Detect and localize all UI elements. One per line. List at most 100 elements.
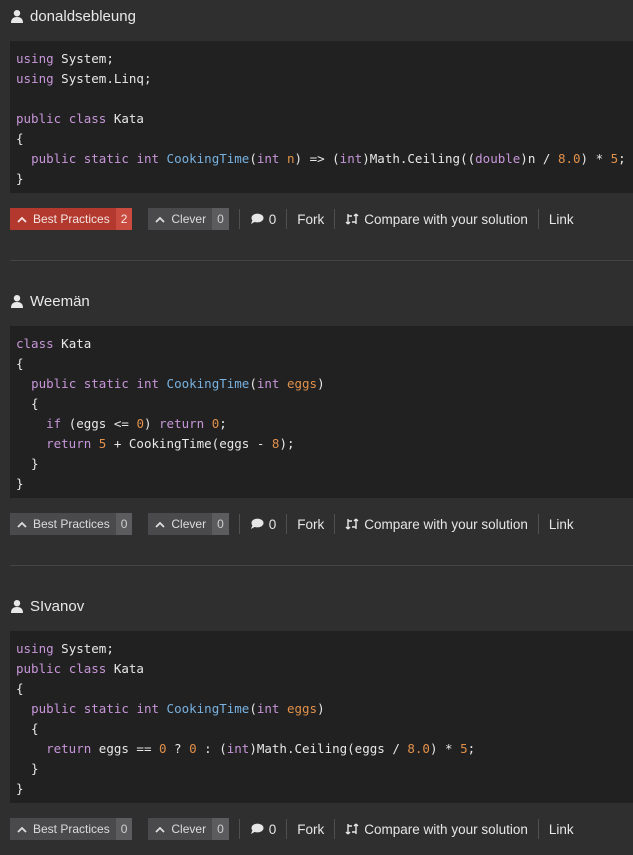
comments-button[interactable]: 0 — [250, 516, 277, 532]
code-token: } — [16, 456, 39, 471]
code-token: { — [16, 356, 24, 371]
fork-link[interactable]: Fork — [297, 822, 324, 837]
code-token: } — [16, 761, 39, 776]
code-token: System; — [53, 641, 114, 656]
code-token: { — [16, 396, 39, 411]
code-token: return — [46, 741, 92, 756]
code-token: public — [31, 151, 77, 166]
code-line: { — [16, 354, 633, 374]
clever-button[interactable]: Clever 0 — [148, 513, 229, 535]
code-token: ) * — [429, 741, 461, 756]
best-practices-count: 0 — [115, 818, 133, 840]
divider — [286, 819, 288, 839]
code-token: )Math.Ceiling(eggs / — [249, 741, 408, 756]
code-token: { — [16, 681, 24, 696]
code-token: 8.0 — [557, 151, 581, 166]
best-practices-button[interactable]: Best Practices 0 — [10, 513, 133, 535]
divider — [286, 514, 288, 534]
link-button[interactable]: Link — [549, 212, 574, 227]
code-line: public static int CookingTime(int n) => … — [16, 149, 633, 169]
code-token: static — [83, 151, 129, 166]
best-practices-button[interactable]: Best Practices 2 — [10, 208, 133, 230]
code-token: CookingTime — [166, 376, 250, 391]
code-token: int — [136, 376, 160, 391]
link-button[interactable]: Link — [549, 822, 574, 837]
code-token: } — [16, 781, 24, 796]
code-block: class Kata { public static int CookingTim… — [10, 326, 633, 498]
comment-icon — [250, 213, 264, 224]
code-token: int — [136, 151, 160, 166]
code-line: using System.Linq; — [16, 69, 633, 89]
code-token: int — [256, 376, 280, 391]
comments-count: 0 — [268, 516, 277, 532]
code-token: n — [286, 151, 295, 166]
code-token: ( — [249, 151, 257, 166]
comments-button[interactable]: 0 — [250, 821, 277, 837]
fork-link[interactable]: Fork — [297, 517, 324, 532]
user-icon — [11, 600, 23, 613]
divider — [334, 514, 336, 534]
link-button[interactable]: Link — [549, 517, 574, 532]
divider — [537, 819, 539, 839]
user-icon — [11, 10, 23, 23]
code-token: ? — [166, 741, 190, 756]
code-line: public class Kata — [16, 109, 633, 129]
section-divider — [10, 565, 633, 566]
chevron-up-icon — [17, 216, 27, 223]
code-token: class — [16, 336, 54, 351]
code-line: public static int CookingTime(int eggs) — [16, 699, 633, 719]
best-practices-button[interactable]: Best Practices 0 — [10, 818, 133, 840]
comments-count: 0 — [268, 211, 277, 227]
compare-icon — [345, 823, 359, 835]
code-token: Kata — [53, 336, 92, 351]
code-token: ) => ( — [294, 151, 340, 166]
clever-label: Clever — [171, 822, 207, 836]
author[interactable]: donaldsebleung — [10, 4, 136, 28]
code-line: } — [16, 759, 633, 779]
fork-link[interactable]: Fork — [297, 212, 324, 227]
code-token: eggs — [286, 701, 318, 716]
divider — [537, 514, 539, 534]
clever-button[interactable]: Clever 0 — [148, 818, 229, 840]
code-token: class — [68, 111, 107, 126]
code-line: return 5 + CookingTime(eggs - 8); — [16, 434, 633, 454]
author[interactable]: SIvanov — [10, 594, 84, 618]
compare-link[interactable]: Compare with your solution — [345, 517, 528, 532]
comments-button[interactable]: 0 — [250, 211, 277, 227]
code-block: using System; public class Kata{ public s… — [10, 631, 633, 803]
code-token: )n / — [520, 151, 558, 166]
author[interactable]: Weemän — [10, 289, 90, 313]
code-line: class Kata — [16, 334, 633, 354]
compare-label: Compare with your solution — [364, 211, 528, 227]
code-token: ( — [249, 376, 257, 391]
compare-link[interactable]: Compare with your solution — [345, 212, 528, 227]
clever-button[interactable]: Clever 0 — [148, 208, 229, 230]
best-practices-count: 2 — [115, 208, 133, 230]
clever-label: Clever — [171, 212, 207, 226]
code-token: 0 — [189, 741, 197, 756]
code-token: } — [16, 171, 24, 186]
author-name: donaldsebleung — [30, 7, 136, 25]
code-token: 5 — [460, 741, 468, 756]
code-token: class — [68, 661, 107, 676]
code-token: 0 — [159, 741, 167, 756]
code-token: )Math.Ceiling(( — [362, 151, 476, 166]
compare-link[interactable]: Compare with your solution — [345, 822, 528, 837]
code-token: : ( — [196, 741, 227, 756]
code-token: 0 — [136, 416, 144, 431]
comments-count: 0 — [268, 821, 277, 837]
best-practices-count: 0 — [115, 513, 133, 535]
clever-count: 0 — [212, 208, 229, 230]
code-line: public static int CookingTime(int eggs) — [16, 374, 633, 394]
solution-actions: Best Practices 0 Clever 0 0 Fork Compare… — [10, 818, 574, 840]
